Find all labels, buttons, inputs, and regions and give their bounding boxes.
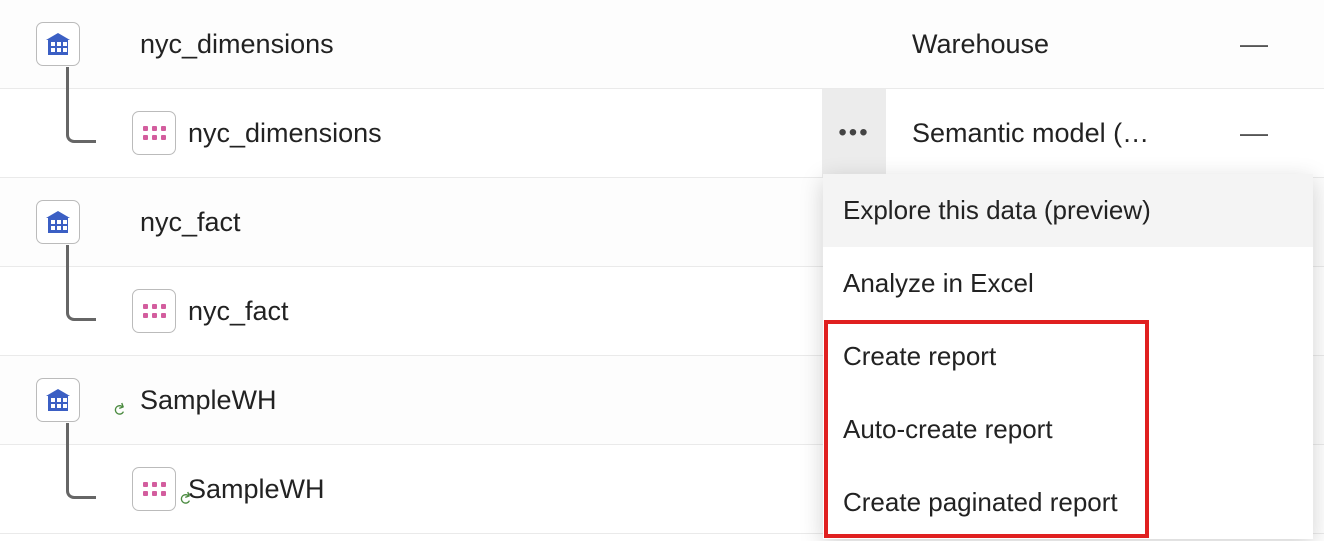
endorsement-value: — [1184,117,1324,149]
icon-cell [0,111,130,155]
warehouse-icon [36,200,80,244]
semantic-model-icon [132,467,176,511]
menu-item-auto-create-report[interactable]: Auto-create report [823,393,1313,466]
table-row[interactable]: nyc_dimensions Warehouse— [0,0,1324,89]
menu-item-analyze-excel[interactable]: Analyze in Excel [823,247,1313,320]
tree-connector-icon [66,423,96,499]
item-name[interactable]: nyc_fact [130,296,814,327]
warehouse-icon [36,22,80,66]
item-type: Semantic model (… [894,118,1184,149]
item-type: Warehouse [894,29,1184,60]
item-name[interactable]: nyc_dimensions [130,29,814,60]
semantic-model-icon [132,289,176,333]
icon-cell [0,200,130,244]
item-name[interactable]: nyc_dimensions [130,118,814,149]
actions-cell: ••• [814,89,894,177]
item-name[interactable]: SampleWH [130,474,814,505]
icon-cell [0,289,130,333]
tree-connector-icon [66,245,96,321]
tree-connector-icon [66,67,96,143]
more-options-button[interactable]: ••• [822,89,886,177]
icon-cell: ↻ [0,378,130,422]
table-row[interactable]: nyc_dimensions ••• Semantic model (…— [0,89,1324,178]
icon-cell [0,22,130,66]
warehouse-icon [36,378,80,422]
menu-item-explore[interactable]: Explore this data (preview) [823,174,1313,247]
menu-item-create-paginated-report[interactable]: Create paginated report [823,466,1313,539]
item-name[interactable]: nyc_fact [130,207,814,238]
context-menu: Explore this data (preview) Analyze in E… [823,174,1313,539]
icon-cell: ↻ [0,467,130,511]
item-name[interactable]: SampleWH [130,385,814,416]
semantic-model-icon [132,111,176,155]
endorsement-value: — [1184,28,1324,60]
menu-item-create-report[interactable]: Create report [823,320,1313,393]
refresh-icon: ↻ [107,400,130,419]
